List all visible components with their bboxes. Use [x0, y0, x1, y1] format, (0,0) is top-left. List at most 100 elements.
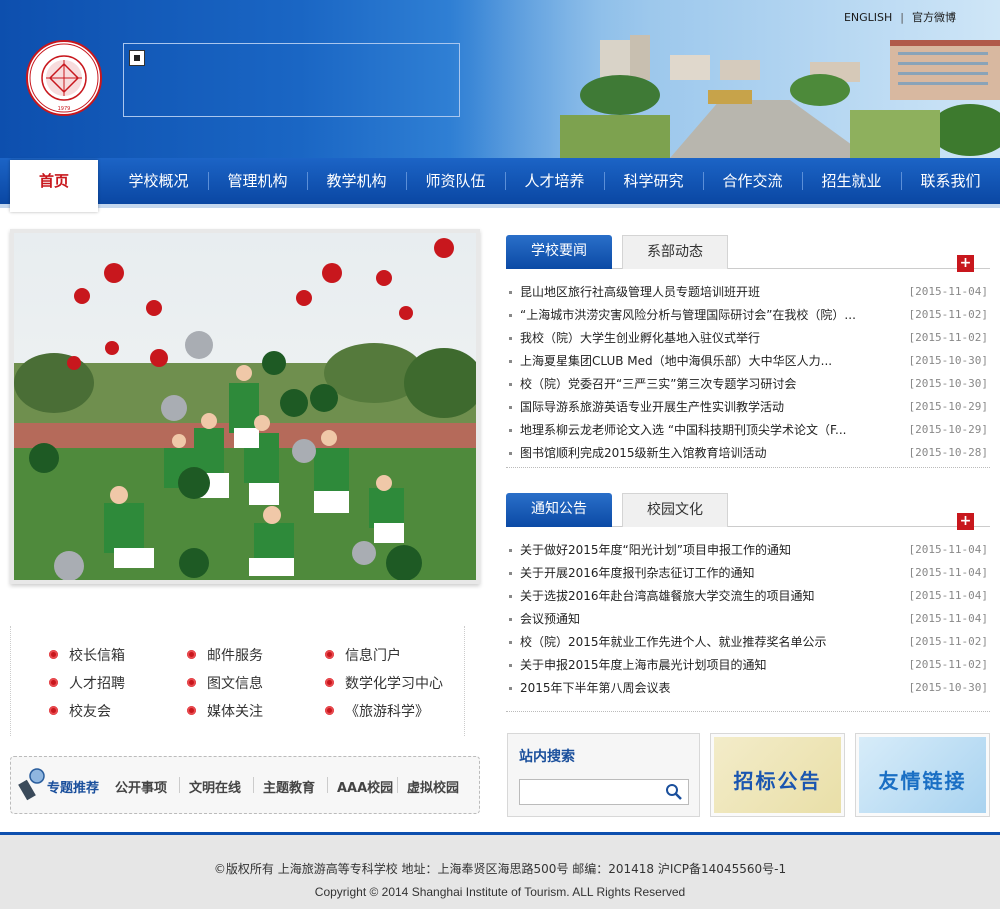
news-item[interactable]: 国际导游系旅游英语专业开展生产性实训教学活动 [2015-10-29] [506, 398, 990, 421]
featured-photo[interactable] [10, 229, 480, 584]
notice-item-date: [2015-11-02] [908, 658, 988, 671]
news-more-button[interactable]: + [957, 255, 974, 272]
topic-divider [253, 777, 254, 793]
tab-department-news[interactable]: 系部动态 [622, 235, 728, 269]
nav-admissions[interactable]: 招生就业 [802, 158, 901, 204]
notice-item-date: [2015-11-04] [908, 566, 988, 579]
topic-aaa-campus[interactable]: AAA校园 [337, 777, 393, 796]
topic-civilization-online[interactable]: 文明在线 [189, 777, 241, 796]
topic-theme-education[interactable]: 主题教育 [263, 777, 315, 796]
topic-virtual-campus[interactable]: 虚拟校园 [407, 777, 459, 796]
main-nav: 首页 学校概况 管理机构 教学机构 师资队伍 人才培养 科学研究 合作交流 招生… [0, 158, 1000, 212]
notice-item[interactable]: 关于申报2015年度上海市晨光计划项目的通知 [2015-11-02] [506, 656, 990, 679]
plugin-icon [129, 50, 145, 66]
notice-more-button[interactable]: + [957, 513, 974, 530]
quick-link-digital-learning[interactable]: 数学化学习中心 [325, 673, 443, 693]
notice-item-title: 2015年下半年第八周会议表 [520, 681, 671, 695]
news-item-date: [2015-10-29] [908, 400, 988, 413]
notice-item[interactable]: 关于做好2015年度“阳光计划”项目申报工作的通知 [2015-11-04] [506, 541, 990, 564]
quick-links: 校长信箱 邮件服务 信息门户 人才招聘 图文信息 数学化学习中心 校友会 媒体关… [10, 626, 465, 736]
nav-administration[interactable]: 管理机构 [208, 158, 307, 204]
logo-year: 1979 [58, 106, 71, 112]
nav-research[interactable]: 科学研究 [604, 158, 703, 204]
microphone-icon [18, 768, 45, 801]
news-item[interactable]: 昆山地区旅行社高级管理人员专题培训班开班 [2015-11-04] [506, 283, 990, 306]
news-item-title: 我校（院）大学生创业孵化基地入驻仪式举行 [520, 331, 761, 345]
tender-notice-banner[interactable]: 招标公告 [710, 733, 845, 817]
news-item-title: 校（院）党委召开“三严三实”第三次专题学习研讨会 [520, 377, 797, 391]
quick-link-library-info[interactable]: 图文信息 [187, 673, 263, 693]
nav-teaching-units[interactable]: 教学机构 [307, 158, 406, 204]
site-footer: ©版权所有 上海旅游高等专科学校 地址：上海奉贤区海思路500号 邮编：2014… [0, 832, 1000, 909]
notice-item-date: [2015-11-02] [908, 635, 988, 648]
tab-school-news[interactable]: 学校要闻 [506, 235, 612, 269]
footer-info: ©版权所有 上海旅游高等专科学校 地址：上海奉贤区海思路500号 邮编：2014… [213, 862, 787, 876]
quick-link-tourism-science[interactable]: 《旅游科学》 [325, 701, 429, 721]
school-logo[interactable]: 1979 [26, 40, 102, 116]
search-icon[interactable] [663, 782, 685, 802]
official-weibo-link[interactable]: 官方微博 [912, 11, 956, 24]
notice-list: 关于做好2015年度“阳光计划”项目申报工作的通知 [2015-11-04] 关于开… [506, 541, 990, 702]
notice-item[interactable]: 校（院）2015年就业工作先进个人、就业推荐奖名单公示 [2015-11-02] [506, 633, 990, 656]
top-links-divider: | [900, 11, 904, 24]
notice-item-date: [2015-11-04] [908, 543, 988, 556]
tab-campus-culture[interactable]: 校园文化 [622, 493, 728, 527]
news-item[interactable]: 上海夏星集团CLUB Med（地中海俱乐部）大中华区人力... [2015-10-… [506, 352, 990, 375]
topic-divider [397, 777, 398, 793]
news-item-date: [2015-11-04] [908, 285, 988, 298]
news-item-date: [2015-11-02] [908, 308, 988, 321]
friend-links-banner[interactable]: 友情链接 [855, 733, 990, 817]
quick-link-recruitment[interactable]: 人才招聘 [49, 673, 125, 693]
news-panel: 学校要闻 系部动态 + 昆山地区旅行社高级管理人员专题培训班开班 [2015-11… [506, 235, 990, 467]
topic-divider [179, 777, 180, 793]
topics-title: 专题推荐 [47, 781, 100, 796]
news-item[interactable]: 地理系柳云龙老师论文入选 “中国科技期刊顶尖学术论文（F... [2015-10-… [506, 421, 990, 444]
quick-link-alumni[interactable]: 校友会 [49, 701, 111, 721]
notice-item[interactable]: 2015年下半年第八周会议表 [2015-10-30] [506, 679, 990, 702]
news-item-title: 图书馆顺利完成2015级新生入馆教育培训活动 [520, 446, 767, 460]
topic-divider [327, 777, 328, 793]
top-links: ENGLISH | 官方微博 [844, 9, 956, 25]
nav-about[interactable]: 学校概况 [109, 158, 208, 204]
flash-plugin-placeholder [123, 43, 460, 117]
nav-education[interactable]: 人才培养 [505, 158, 604, 204]
news-item-date: [2015-11-02] [908, 331, 988, 344]
news-item[interactable]: 图书馆顺利完成2015级新生入馆教育培训活动 [2015-10-28] [506, 444, 990, 467]
news-item-title: 昆山地区旅行社高级管理人员专题培训班开班 [520, 285, 761, 299]
notice-item[interactable]: 关于选拔2016年赴台湾高雄餐旅大学交流生的项目通知 [2015-11-04] [506, 587, 990, 610]
quick-link-info-portal[interactable]: 信息门户 [325, 645, 401, 665]
news-item[interactable]: 我校（院）大学生创业孵化基地入驻仪式举行 [2015-11-02] [506, 329, 990, 352]
notice-item-date: [2015-10-30] [908, 681, 988, 694]
tab-notices[interactable]: 通知公告 [506, 493, 612, 527]
english-link[interactable]: ENGLISH [844, 11, 892, 24]
notice-item-title: 关于选拔2016年赴台湾高雄餐旅大学交流生的项目通知 [520, 589, 815, 603]
tender-notice-label: 招标公告 [733, 769, 822, 793]
search-title: 站内搜索 [519, 749, 575, 765]
nav-home[interactable]: 首页 [10, 160, 98, 212]
site-header: 1979 ENGLISH | 官方微博 [0, 0, 1000, 158]
quick-link-email-service[interactable]: 邮件服务 [187, 645, 263, 665]
notice-item[interactable]: 会议预通知 [2015-11-04] [506, 610, 990, 633]
news-tabs: 学校要闻 系部动态 + [506, 235, 990, 272]
topic-public-affairs[interactable]: 公开事项 [115, 777, 167, 796]
notice-item-title: 校（院）2015年就业工作先进个人、就业推荐奖名单公示 [520, 635, 827, 649]
nav-contact[interactable]: 联系我们 [901, 158, 1000, 204]
nav-cooperation[interactable]: 合作交流 [703, 158, 802, 204]
notice-item-date: [2015-11-04] [908, 589, 988, 602]
news-item-date: [2015-10-30] [908, 377, 988, 390]
site-search: 站内搜索 [507, 733, 700, 817]
friend-links-label: 友情链接 [878, 769, 967, 793]
news-item[interactable]: 校（院）党委召开“三严三实”第三次专题学习研讨会 [2015-10-30] [506, 375, 990, 398]
quick-link-president-mailbox[interactable]: 校长信箱 [49, 645, 125, 665]
news-divider [506, 467, 990, 468]
featured-topics: 专题推荐 公开事项 文明在线 主题教育 AAA校园 虚拟校园 [10, 756, 480, 814]
news-item[interactable]: “上海城市洪涝灾害风险分析与管理国际研讨会”在我校（院）... [2015-11-… [506, 306, 990, 329]
notice-divider [506, 711, 990, 712]
news-item-date: [2015-10-30] [908, 354, 988, 367]
notice-panel: 通知公告 校园文化 + 关于做好2015年度“阳光计划”项目申报工作的通知 [20… [506, 493, 990, 702]
nav-faculty[interactable]: 师资队伍 [406, 158, 505, 204]
notice-item[interactable]: 关于开展2016年度报刊杂志征订工作的通知 [2015-11-04] [506, 564, 990, 587]
notice-item-title: 关于申报2015年度上海市晨光计划项目的通知 [520, 658, 767, 672]
news-list: 昆山地区旅行社高级管理人员专题培训班开班 [2015-11-04] “上海城市洪涝灾… [506, 283, 990, 467]
quick-link-media[interactable]: 媒体关注 [187, 701, 263, 721]
